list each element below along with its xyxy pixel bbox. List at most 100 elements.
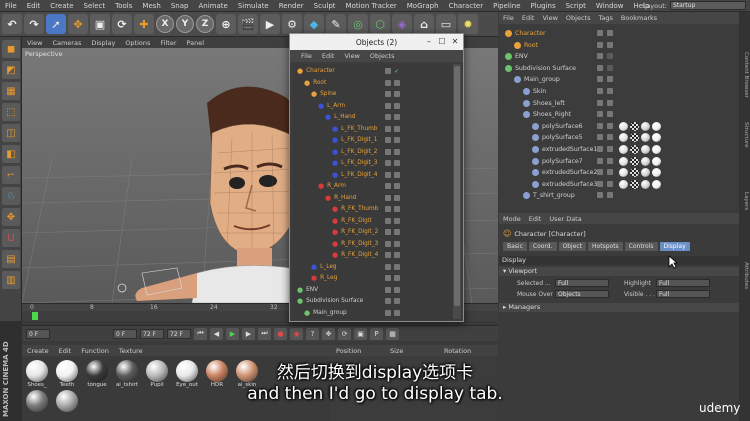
objects-window-scrollbar[interactable] (453, 64, 461, 319)
joint-row[interactable]: ● Character (297, 66, 335, 76)
key-rotation-icon[interactable]: ⟳ (338, 327, 351, 340)
object-row[interactable]: Character (505, 28, 546, 39)
object-row[interactable]: extrudedSurface3 (532, 179, 597, 190)
axis-y-toggle[interactable]: Y (176, 15, 194, 33)
menu-file[interactable]: File (0, 2, 22, 10)
selected-dropdown[interactable]: Full (555, 279, 609, 287)
polygons-mode-icon[interactable]: ◧ (2, 145, 20, 163)
enable-check[interactable] (607, 88, 613, 94)
object-row[interactable]: Main_group (514, 74, 560, 85)
object-row[interactable]: polySurface6 (532, 121, 583, 132)
key-pla-icon[interactable]: ▦ (386, 327, 399, 340)
object-row[interactable]: Shoes_left (523, 98, 565, 109)
viewport-menu-cameras[interactable]: Cameras (47, 39, 86, 47)
joint-row[interactable]: ● R_FK_Digit (332, 216, 372, 226)
go-to-start-icon[interactable]: ⏮ (194, 327, 207, 340)
material-tag-icon[interactable] (641, 168, 650, 178)
key-param-icon[interactable]: P (370, 327, 383, 340)
visibility-dot[interactable] (597, 99, 603, 106)
menu-plugins[interactable]: Plugins (526, 2, 561, 10)
enable-check[interactable] (394, 137, 400, 143)
visibility-dot[interactable] (597, 41, 603, 48)
joint-row[interactable]: ● L_Hand (325, 112, 356, 122)
highlight-dropdown[interactable]: Full (656, 279, 710, 287)
joint-row[interactable]: ● R_Arm (318, 181, 346, 191)
visibility-dot[interactable] (385, 79, 391, 86)
previous-key-icon[interactable]: ◀ (210, 327, 223, 340)
visibility-dot[interactable] (597, 169, 603, 176)
visibility-dot[interactable] (597, 180, 603, 187)
visibility-dot[interactable] (385, 309, 391, 316)
objects-window-menu-view[interactable]: View (339, 52, 364, 60)
object-row[interactable]: Shoes_Right (523, 109, 571, 120)
object-row[interactable]: Root (514, 40, 538, 51)
menu-render[interactable]: Render (274, 2, 309, 10)
material-tag-icon[interactable] (652, 133, 661, 143)
material-tag-icon[interactable] (630, 121, 639, 131)
objects-window-menu-objects[interactable]: Objects (365, 52, 400, 60)
playhead[interactable] (32, 312, 38, 320)
material-tag-icon[interactable] (652, 168, 661, 178)
joint-row[interactable]: ● R_FK_Digit_3 (332, 239, 378, 249)
visibility-dot[interactable] (597, 157, 603, 164)
joint-row[interactable]: ● L_FK_Digit_2 (332, 147, 378, 157)
grid-icon[interactable]: ▤ (2, 250, 20, 268)
joint-row[interactable]: ● R_Leg (311, 273, 337, 283)
enable-check[interactable] (394, 229, 400, 235)
visibility-dot[interactable] (385, 171, 391, 178)
material-tag-icon[interactable] (619, 179, 628, 189)
magnet-icon[interactable]: Ս (2, 229, 20, 247)
undo-icon[interactable]: ↶ (2, 14, 22, 34)
material-tag-icon[interactable] (630, 156, 639, 166)
light-icon[interactable]: ✹ (458, 14, 478, 34)
tab-basic[interactable]: Basic (503, 242, 527, 251)
enable-check[interactable] (607, 41, 613, 48)
viewport-menu-panel[interactable]: Panel (182, 39, 210, 47)
enable-check[interactable] (394, 298, 400, 304)
material-tag-icon[interactable] (619, 168, 628, 178)
enable-check[interactable] (607, 192, 613, 199)
visibility-dot[interactable] (385, 125, 391, 132)
visible-dropdown[interactable]: Full (656, 290, 710, 298)
coordinate-system-icon[interactable]: ⊕ (216, 14, 236, 34)
menu-motion-tracker[interactable]: Motion Tracker (341, 2, 402, 10)
menu-snap[interactable]: Snap (166, 2, 194, 10)
visibility-dot[interactable] (385, 137, 391, 143)
material-tag-icon[interactable] (652, 179, 661, 189)
menu-simulate[interactable]: Simulate (233, 2, 274, 10)
object-row[interactable]: Skin (523, 86, 546, 97)
material-menu-function[interactable]: Function (76, 347, 114, 355)
joint-row[interactable]: ● L_Leg (311, 262, 337, 272)
menu-script[interactable]: Script (561, 2, 591, 10)
end-frame-field[interactable]: 72 F (140, 328, 164, 339)
tab-hotspots[interactable]: Hotspots (588, 242, 623, 251)
menu-character[interactable]: Character (444, 2, 489, 10)
model-mode-icon[interactable]: ◼ (2, 40, 20, 58)
visibility-dot[interactable] (597, 111, 603, 118)
visibility-dot[interactable] (385, 240, 391, 247)
axis-z-toggle[interactable]: Z (196, 15, 214, 33)
material-tag-icon[interactable] (641, 121, 650, 131)
joint-row[interactable]: ● R_FK_Digit_2 (332, 227, 378, 237)
visibility-dot[interactable] (385, 286, 391, 293)
attribute-menu-edit[interactable]: Edit (525, 215, 546, 223)
side-tab[interactable]: Layers (743, 192, 749, 210)
maximize-icon[interactable]: ☐ (436, 37, 448, 46)
visibility-dot[interactable] (385, 114, 391, 120)
viewport-menu-display[interactable]: Display (86, 39, 120, 47)
joint-row[interactable]: ● R_FK_Thumb (332, 204, 378, 214)
object-manager-menu-view[interactable]: View (538, 14, 561, 22)
visibility-dot[interactable] (385, 91, 391, 97)
menu-select[interactable]: Select (79, 2, 111, 10)
visibility-dot[interactable] (597, 30, 603, 36)
enable-check[interactable] (607, 169, 613, 176)
attribute-menu-user-data[interactable]: User Data (545, 215, 585, 223)
deformer-icon[interactable]: ◈ (392, 14, 412, 34)
object-row[interactable]: Subdivision Surface (505, 63, 576, 74)
side-tab[interactable]: Content Browser (743, 52, 749, 98)
close-icon[interactable]: ✕ (449, 37, 461, 46)
current-frame-field[interactable]: 0 F (26, 328, 50, 339)
material-tag-icon[interactable] (641, 156, 650, 166)
start-frame-field[interactable]: 0 F (113, 328, 137, 339)
scale-tool-icon[interactable]: ▣ (90, 14, 110, 34)
